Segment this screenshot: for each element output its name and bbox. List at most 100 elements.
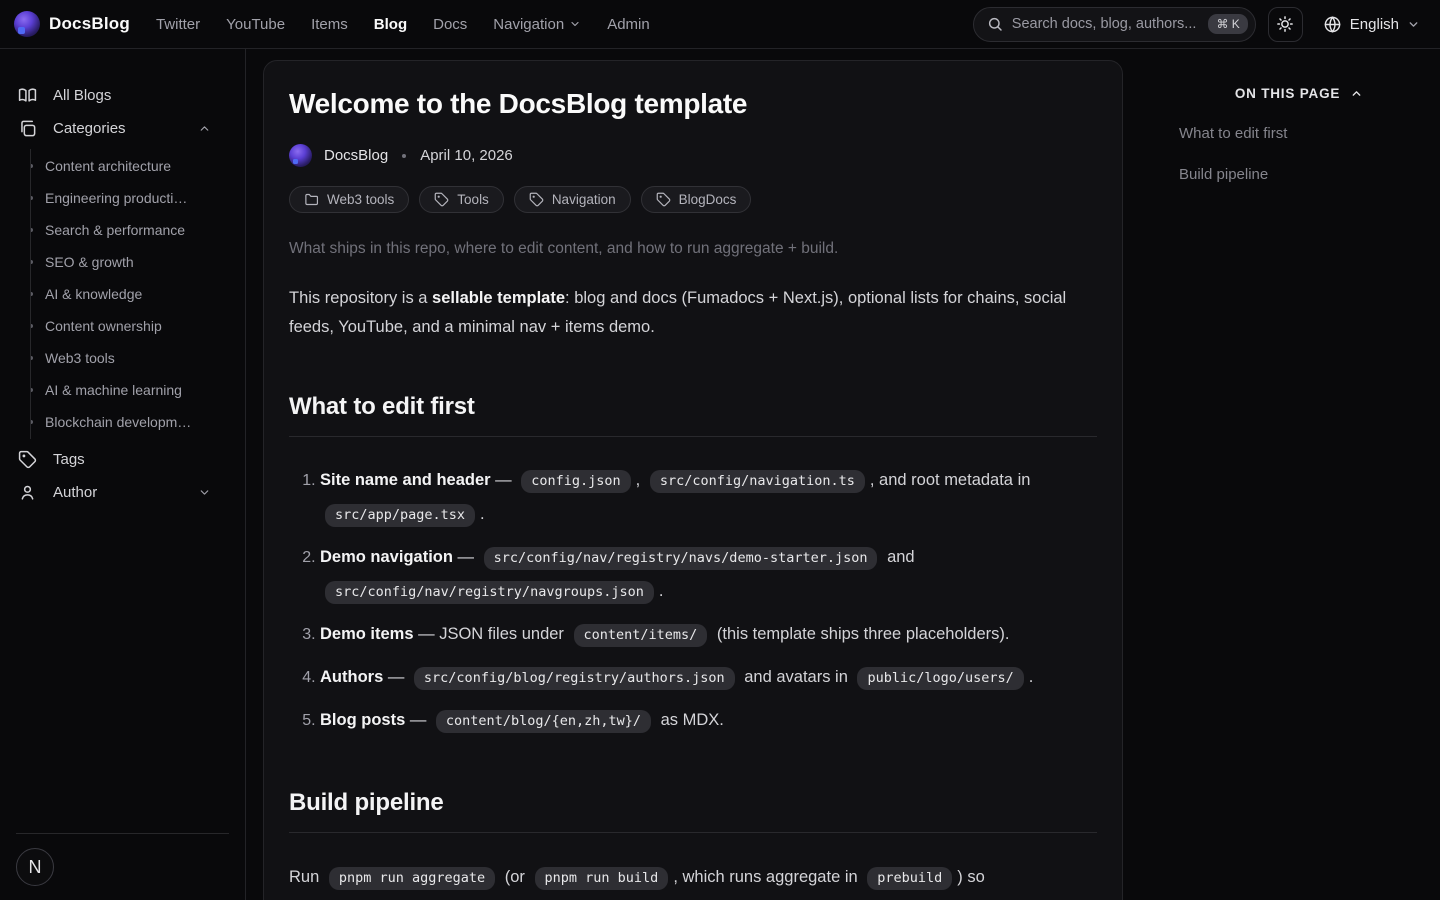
tag-icon <box>529 192 544 207</box>
text-segment: and <box>882 548 914 566</box>
category-item[interactable]: Search & performance <box>31 215 229 245</box>
text-segment: — <box>453 548 479 566</box>
category-item[interactable]: Content ownership <box>31 311 229 341</box>
nav-link-navigation-label: Navigation <box>493 16 564 33</box>
text-segment: , <box>636 471 645 489</box>
edit-step: Demo navigation — src/config/nav/registr… <box>320 541 1097 609</box>
author-avatar <box>289 144 312 167</box>
edit-step: Demo items — JSON files under content/it… <box>320 618 1097 652</box>
sidebar-item-categories[interactable]: Categories <box>16 112 229 145</box>
text-segment: (or <box>500 868 529 886</box>
tag-icon <box>656 192 671 207</box>
category-item[interactable]: AI & machine learning <box>31 375 229 405</box>
chevron-down-icon <box>569 18 581 30</box>
chevron-down-icon <box>198 486 211 499</box>
category-item[interactable]: Blockchain developm… <box>31 407 229 437</box>
text-segment: . <box>659 582 664 600</box>
language-label: English <box>1350 16 1399 33</box>
section-heading-what-to-edit-first: What to edit first <box>289 393 1097 421</box>
article-card: Welcome to the DocsBlog template DocsBlo… <box>263 60 1123 900</box>
sidebar: All Blogs Categories Content architectur… <box>0 49 246 900</box>
bold-text: Demo items <box>320 625 414 643</box>
text-segment: as MDX. <box>656 711 724 729</box>
chevron-up-icon <box>1350 87 1363 100</box>
text-segment: . <box>480 505 485 523</box>
inline-code: pnpm run build <box>535 867 669 890</box>
nav-link-youtube[interactable]: YouTube <box>226 16 285 33</box>
tag-chip-tools[interactable]: Tools <box>419 186 504 213</box>
sidebar-item-label: All Blogs <box>53 87 227 104</box>
post-date: April 10, 2026 <box>420 147 513 164</box>
text-segment: — <box>383 668 409 686</box>
tag-icon <box>18 450 37 469</box>
category-list: Content architecture Engineering product… <box>30 149 229 439</box>
page-title: Welcome to the DocsBlog template <box>289 88 1097 120</box>
intro-paragraph: This repository is a sellable template: … <box>289 284 1097 342</box>
text-segment: and avatars in <box>740 668 853 686</box>
chevron-down-icon <box>1407 18 1420 31</box>
sidebar-item-author[interactable]: Author <box>16 476 229 509</box>
author-name: DocsBlog <box>324 147 388 164</box>
toc-header[interactable]: ON THIS PAGE <box>1179 86 1419 101</box>
book-open-icon <box>18 86 37 105</box>
search-input[interactable] <box>1012 16 1200 32</box>
edit-step: Authors — src/config/blog/registry/autho… <box>320 661 1097 695</box>
search-box[interactable]: ⌘ K <box>973 7 1256 42</box>
toc-item-what-to-edit-first[interactable]: What to edit first <box>1179 125 1419 142</box>
inline-code: public/logo/users/ <box>857 667 1023 690</box>
collection-icon <box>18 119 37 138</box>
category-item[interactable]: Engineering producti… <box>31 183 229 213</box>
nav-link-admin[interactable]: Admin <box>607 16 650 33</box>
text-segment: ) so <box>957 868 985 886</box>
inline-code: src/config/blog/registry/authors.json <box>414 667 735 690</box>
toc-item-build-pipeline[interactable]: Build pipeline <box>1179 166 1419 183</box>
inline-code: src/config/nav/registry/navs/demo-starte… <box>484 547 878 570</box>
tag-chip-row: Web3 tools Tools Navigation BlogDocs <box>289 186 1097 213</box>
table-of-contents: ON THIS PAGE What to edit first Build pi… <box>1179 60 1419 900</box>
nav-link-navigation[interactable]: Navigation <box>493 16 581 33</box>
sidebar-item-label: Tags <box>53 451 227 468</box>
section-heading-build-pipeline: Build pipeline <box>289 789 1097 817</box>
text-segment: Run <box>289 868 324 886</box>
category-item[interactable]: Content architecture <box>31 151 229 181</box>
bold-text: Site name and header <box>320 471 491 489</box>
brand[interactable]: DocsBlog <box>14 11 130 37</box>
tag-chip-navigation[interactable]: Navigation <box>514 186 631 213</box>
nextjs-avatar[interactable]: N <box>16 848 54 886</box>
edit-step: Site name and header — config.json, src/… <box>320 464 1097 532</box>
sidebar-footer: N <box>16 833 229 886</box>
text-segment: , which runs aggregate in <box>673 868 862 886</box>
inline-code: content/items/ <box>574 624 708 647</box>
chevron-up-icon <box>198 122 211 135</box>
bold-text: Blog posts <box>320 711 405 729</box>
category-item[interactable]: SEO & growth <box>31 247 229 277</box>
person-icon <box>18 483 37 502</box>
bold-text: Authors <box>320 668 383 686</box>
tag-icon <box>434 192 449 207</box>
language-selector[interactable]: English <box>1315 15 1424 34</box>
sidebar-item-tags[interactable]: Tags <box>16 443 229 476</box>
sun-icon <box>1276 15 1294 33</box>
toc-header-label: ON THIS PAGE <box>1235 86 1340 101</box>
category-item[interactable]: AI & knowledge <box>31 279 229 309</box>
edit-step: Blog posts — content/blog/{en,zh,tw}/ as… <box>320 704 1097 738</box>
nav-link-blog[interactable]: Blog <box>374 16 407 33</box>
nav-link-twitter[interactable]: Twitter <box>156 16 200 33</box>
tag-chip-blogdocs[interactable]: BlogDocs <box>641 186 752 213</box>
top-navbar: DocsBlog Twitter YouTube Items Blog Docs… <box>0 0 1440 49</box>
tag-chip-web3-tools[interactable]: Web3 tools <box>289 186 409 213</box>
edit-steps-list: Site name and header — config.json, src/… <box>289 464 1097 738</box>
post-description: What ships in this repo, where to edit c… <box>289 240 1097 258</box>
folder-icon <box>304 192 319 207</box>
post-meta: DocsBlog April 10, 2026 <box>289 144 1097 167</box>
meta-separator-dot <box>402 154 406 158</box>
nav-link-docs[interactable]: Docs <box>433 16 467 33</box>
nav-link-items[interactable]: Items <box>311 16 348 33</box>
primary-nav: Twitter YouTube Items Blog Docs Navigati… <box>156 16 650 33</box>
sidebar-item-all-blogs[interactable]: All Blogs <box>16 79 229 112</box>
theme-toggle-button[interactable] <box>1268 7 1303 42</box>
category-item[interactable]: Web3 tools <box>31 343 229 373</box>
inline-code: src/app/page.tsx <box>325 504 475 527</box>
text-segment: — <box>405 711 431 729</box>
avatar-letter: N <box>29 857 42 878</box>
